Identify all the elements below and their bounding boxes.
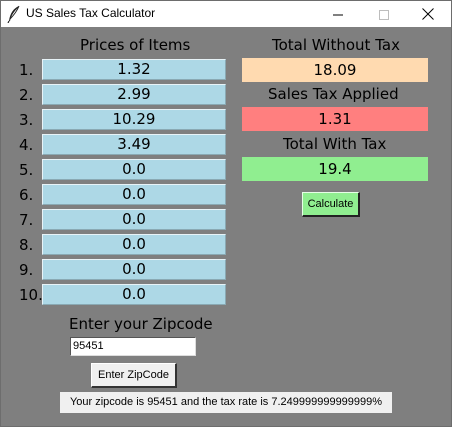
total-without-tax-label: Total Without Tax bbox=[272, 36, 400, 54]
item-index: 7. bbox=[19, 211, 34, 229]
item-index: 6. bbox=[19, 186, 34, 204]
maximize-icon bbox=[379, 5, 389, 24]
item-index: 3. bbox=[19, 111, 34, 129]
price-input-8[interactable]: 0.0 bbox=[42, 234, 226, 255]
total-without-tax-value: 18.09 bbox=[242, 58, 428, 82]
item-index: 5. bbox=[19, 161, 34, 179]
sales-tax-applied-value: 1.31 bbox=[242, 107, 428, 131]
close-icon bbox=[422, 5, 434, 24]
item-index: 10. bbox=[19, 286, 43, 304]
total-with-tax-label: Total With Tax bbox=[283, 135, 387, 153]
window-title: US Sales Tax Calculator bbox=[26, 6, 156, 20]
price-input-6[interactable]: 0.0 bbox=[42, 184, 226, 205]
zipcode-input[interactable]: 95451 bbox=[70, 337, 196, 356]
app-window: US Sales Tax Calculator Prices of Items … bbox=[0, 0, 452, 427]
item-index: 2. bbox=[19, 86, 34, 104]
price-input-7[interactable]: 0.0 bbox=[42, 209, 226, 230]
maximize-button[interactable] bbox=[361, 1, 407, 27]
zipcode-label: Enter your Zipcode bbox=[69, 315, 213, 333]
price-input-9[interactable]: 0.0 bbox=[42, 259, 226, 280]
prices-header: Prices of Items bbox=[80, 36, 191, 54]
sales-tax-applied-label: Sales Tax Applied bbox=[268, 85, 399, 103]
calculate-button[interactable]: Calculate bbox=[302, 192, 360, 217]
title-bar: US Sales Tax Calculator bbox=[1, 1, 451, 27]
price-input-1[interactable]: 1.32 bbox=[42, 59, 226, 80]
item-index: 4. bbox=[19, 136, 34, 154]
price-input-3[interactable]: 10.29 bbox=[42, 109, 226, 130]
price-input-5[interactable]: 0.0 bbox=[42, 159, 226, 180]
price-input-2[interactable]: 2.99 bbox=[42, 84, 226, 105]
enter-zipcode-button[interactable]: Enter ZipCode bbox=[91, 363, 177, 388]
price-input-10[interactable]: 0.0 bbox=[42, 284, 226, 305]
price-input-4[interactable]: 3.49 bbox=[42, 134, 226, 155]
total-with-tax-value: 19.4 bbox=[242, 157, 428, 181]
feather-icon bbox=[6, 5, 22, 24]
minimize-icon bbox=[333, 5, 343, 24]
minimize-button[interactable] bbox=[315, 1, 361, 27]
item-index: 8. bbox=[19, 236, 34, 254]
item-index: 1. bbox=[19, 61, 34, 79]
zipcode-result-text: Your zipcode is 95451 and the tax rate i… bbox=[60, 392, 392, 413]
close-button[interactable] bbox=[405, 1, 451, 27]
item-index: 9. bbox=[19, 261, 34, 279]
